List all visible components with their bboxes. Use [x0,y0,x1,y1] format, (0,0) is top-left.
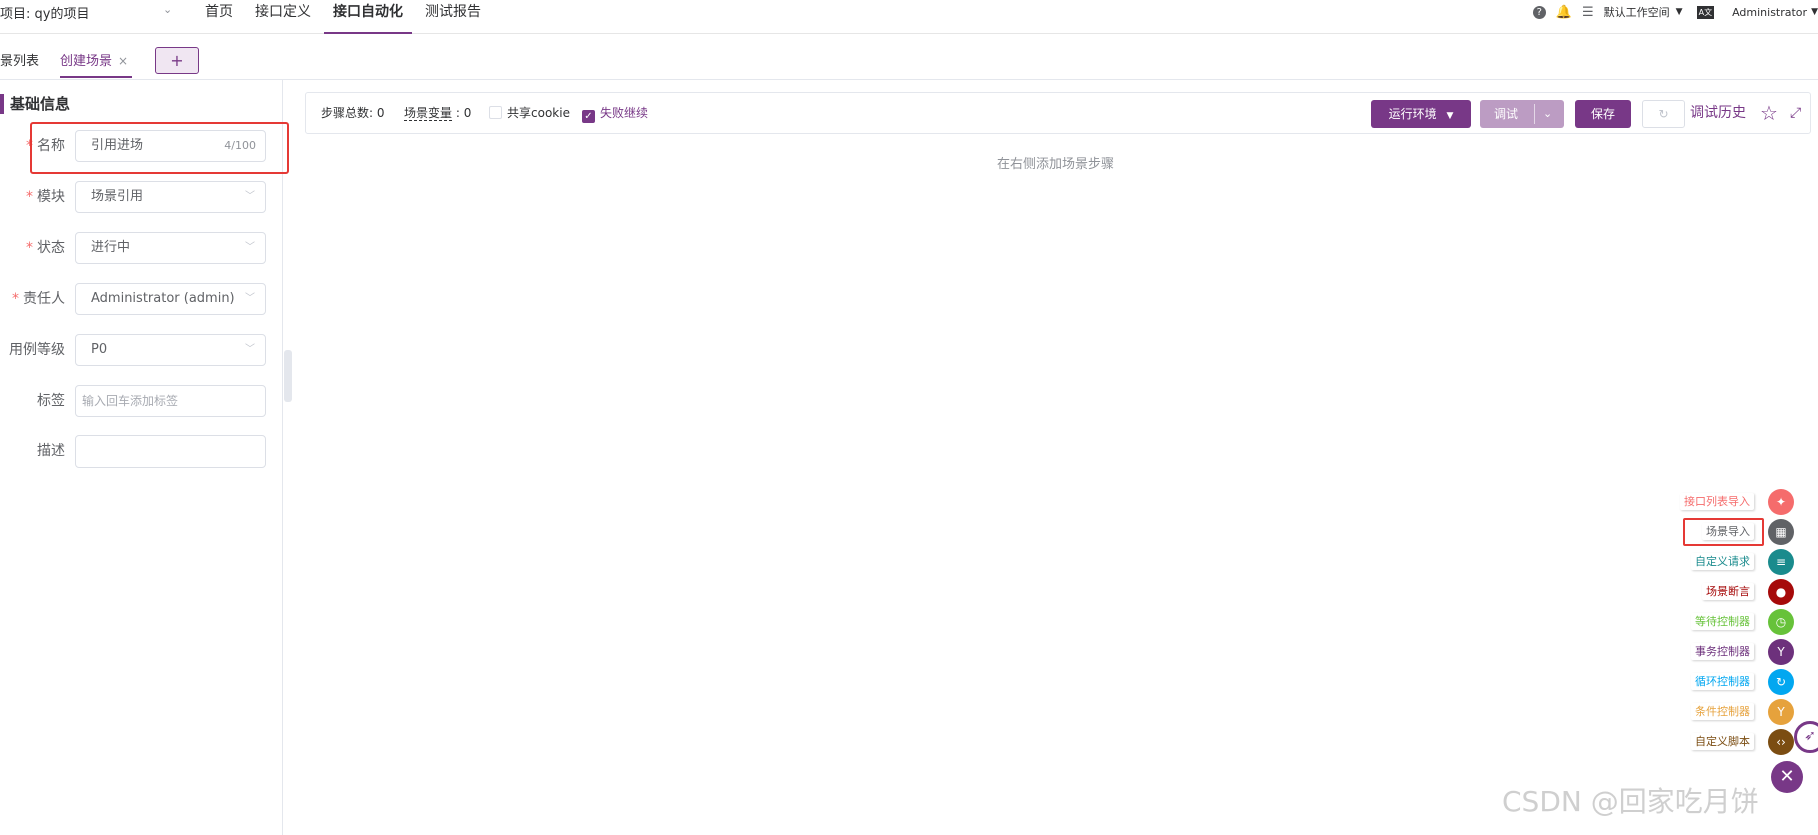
nav-api-definition[interactable]: 接口定义 [246,0,320,34]
scenario-variables[interactable]: 场景变量 : 0 [404,93,471,133]
chevron-down-icon[interactable]: ⌄ [163,3,172,16]
compass-icon[interactable]: ➶ [1794,721,1818,753]
tab-create-scenario[interactable]: 创建场景 × [60,50,133,78]
level-row: 用例等级 P0 ﹀ [0,334,283,366]
highlight-box [1683,518,1764,546]
owner-row: * 责任人 Administrator (admin) ﹀ [0,283,283,315]
add-step-item[interactable]: 条件控制器 Y [1680,699,1798,725]
add-step-item[interactable]: 循环控制器 ↻ [1680,669,1798,695]
highlight-box [30,122,289,174]
nav-test-report[interactable]: 测试报告 [416,0,490,34]
fullscreen-icon[interactable]: ⤢ [1790,93,1801,133]
save-button[interactable]: 保存 [1575,100,1631,128]
desc-textarea[interactable] [75,435,266,468]
empty-steps-hint: 在右侧添加场景步骤 [997,157,1115,172]
owner-label: * 责任人 [12,291,65,307]
share-cookie-checkbox[interactable]: 共享cookie [489,93,570,133]
module-select[interactable]: 场景引用 ﹀ [75,181,266,213]
top-bar: 项目: qy的项目 ⌄ 首页 接口定义 接口自动化 测试报告 ? 🔔 ☰ 默认工… [0,0,1818,34]
star-icon[interactable]: ☆ [1760,93,1778,133]
caret-down-icon[interactable]: ▼ [1811,7,1818,17]
header-tools: ? 🔔 ☰ 默认工作空间 ▼ A文 Administrator ▼ [1532,0,1818,24]
chevron-down-icon: ﹀ [245,344,255,355]
chevron-down-icon: ﹀ [245,242,255,253]
scenario-toolbar: 步骤总数: 0 场景变量 : 0 共享cookie ✓ 失败继续 运行环境 ▼ 调… [305,92,1811,134]
user-menu[interactable]: Administrator [1732,6,1807,19]
add-step-item[interactable]: 等待控制器 ◷ [1680,609,1798,635]
add-step-label[interactable]: 条件控制器 [1691,703,1754,720]
add-step-label[interactable]: 接口列表导入 [1680,493,1754,510]
project-selector[interactable]: 项目: qy的项目 [0,3,89,22]
bell-icon[interactable]: 🔔 [1556,5,1572,20]
status-row: * 状态 进行中 ﹀ [0,232,283,264]
help-icon[interactable]: ? [1532,5,1546,19]
chevron-down-icon: ﹀ [245,293,255,304]
desc-label: 描述 [37,443,65,459]
chevron-down-icon: ﹀ [245,191,255,202]
debug-history-link[interactable]: 调试历史 [1690,93,1746,133]
level-label: 用例等级 [9,342,65,358]
add-step-label[interactable]: 自定义脚本 [1691,733,1754,750]
condition-icon[interactable]: Y [1768,699,1794,725]
debug-button[interactable]: 调试 ⌄ [1480,100,1564,128]
add-step-item[interactable]: 自定义脚本 ‹› [1680,729,1798,755]
add-step-item[interactable]: 自定义请求 ≡ [1680,549,1798,575]
add-step-label[interactable]: 场景断言 [1702,583,1754,600]
wait-icon[interactable]: ◷ [1768,609,1794,635]
owner-select[interactable]: Administrator (admin) ﹀ [75,283,266,315]
tab-scenario-list[interactable]: 景列表 [0,50,39,78]
step-count: 步骤总数: 0 [321,106,385,120]
api-icon[interactable]: ✦ [1768,489,1794,515]
add-step-item[interactable]: 事务控制器 Y [1680,639,1798,665]
basic-info-panel: 基础信息 * 名称 引用进场 4/100 * 模块 场景引用 ﹀ * 状态 进行中 ﹀ * 责… [0,80,283,835]
section-title: 基础信息 [0,94,70,114]
transaction-icon[interactable]: Y [1768,639,1794,665]
main-nav: 首页 接口定义 接口自动化 测试报告 [196,0,494,34]
language-icon[interactable]: A文 [1696,5,1715,19]
workspace-selector[interactable]: 默认工作空间 [1604,4,1670,20]
loop-icon[interactable]: ↻ [1768,669,1794,695]
status-label: * 状态 [26,240,65,256]
desc-row: 描述 [0,435,283,468]
status-select[interactable]: 进行中 ﹀ [75,232,266,264]
tab-create-label: 创建场景 [60,54,113,69]
add-tab-button[interactable]: + [155,47,199,74]
tags-label: 标签 [37,393,65,409]
add-step-label[interactable]: 自定义请求 [1691,553,1754,570]
level-select[interactable]: P0 ﹀ [75,334,266,366]
watermark: CSDN @回家吃月饼 [1502,785,1759,818]
custom-request-icon[interactable]: ≡ [1768,549,1794,575]
nav-api-automation[interactable]: 接口自动化 [324,0,412,34]
run-environment-button[interactable]: 运行环境 ▼ [1371,100,1471,128]
nav-home[interactable]: 首页 [196,0,242,34]
add-step-label[interactable]: 等待控制器 [1691,613,1754,630]
scene-icon[interactable]: ▦ [1768,519,1794,545]
refresh-icon[interactable]: ↻ [1642,100,1685,128]
module-row: * 模块 场景引用 ﹀ [0,181,283,213]
tags-row: 标签 输入回车添加标签 [0,385,283,417]
module-label: * 模块 [26,189,65,205]
add-step-item[interactable]: 场景断言 ● [1680,579,1798,605]
add-step-label[interactable]: 事务控制器 [1691,643,1754,660]
scenario-tabs: 景列表 创建场景 × + [0,38,1818,80]
add-step-label[interactable]: 循环控制器 [1691,673,1754,690]
close-icon[interactable]: × [118,54,128,68]
script-icon[interactable]: ‹› [1768,729,1794,755]
task-list-icon[interactable]: ☰ [1582,5,1594,20]
close-menu-button[interactable]: ✕ [1771,761,1803,793]
caret-down-icon[interactable]: ▼ [1676,7,1683,17]
assertion-icon[interactable]: ● [1768,579,1794,605]
panel-splitter[interactable] [284,350,292,402]
add-step-item[interactable]: 接口列表导入 ✦ [1680,489,1798,515]
tags-input[interactable]: 输入回车添加标签 [75,385,266,417]
fail-continue-checkbox[interactable]: ✓ 失败继续 [582,93,648,133]
